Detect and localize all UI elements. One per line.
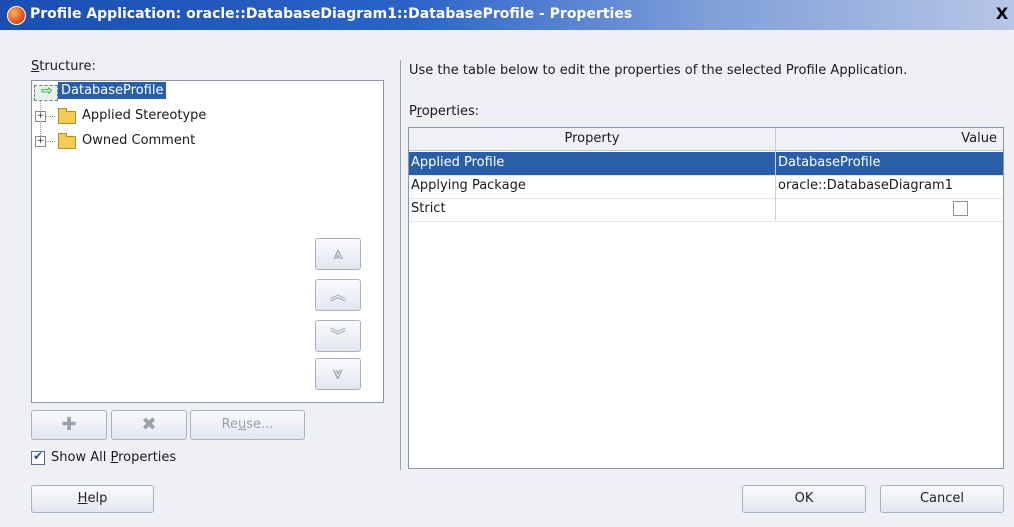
tree-root-item[interactable]: DatabaseProfile xyxy=(32,82,232,102)
tree-item-owned-comment[interactable]: + Owned Comment xyxy=(32,131,282,151)
property-value[interactable]: oracle::DatabaseDiagram1 xyxy=(778,175,953,197)
close-button[interactable]: X xyxy=(994,6,1010,22)
add-button[interactable]: ✚ xyxy=(31,410,107,440)
double-chevron-up-icon: ⩓ xyxy=(332,243,344,264)
show-all-properties-checkbox[interactable] xyxy=(31,449,45,465)
table-row[interactable]: Applying Package oracle::DatabaseDiagram… xyxy=(409,175,1003,199)
profile-application-icon xyxy=(34,83,58,101)
folder-icon xyxy=(58,133,76,149)
chevron-down-icon: ︾ xyxy=(329,326,346,345)
properties-table[interactable]: Property Value Applied Profile DatabaseP… xyxy=(408,127,1004,469)
table-row[interactable]: Applied Profile DatabaseProfile xyxy=(409,152,1003,176)
double-chevron-down-icon: ⩔ xyxy=(332,363,344,384)
column-header-value[interactable]: Value xyxy=(776,128,1003,151)
chevron-up-icon: ︽ xyxy=(329,285,346,304)
strict-checkbox[interactable] xyxy=(953,201,968,216)
title-bar: Profile Application: oracle::DatabaseDia… xyxy=(0,0,1014,30)
ok-button[interactable]: OK xyxy=(742,485,866,513)
structure-label: Structure: xyxy=(31,59,96,74)
property-value[interactable]: DatabaseProfile xyxy=(778,152,880,174)
window-title: Profile Application: oracle::DatabaseDia… xyxy=(30,6,633,22)
property-name: Strict xyxy=(411,201,446,216)
cancel-button[interactable]: Cancel xyxy=(880,485,1004,513)
move-up-button[interactable]: ︽ xyxy=(315,279,361,311)
tree-item-applied-stereotype[interactable]: + Applied Stereotype xyxy=(32,106,282,126)
panel-divider[interactable] xyxy=(400,60,401,470)
help-button[interactable]: Help xyxy=(31,485,154,513)
property-name: Applying Package xyxy=(411,178,526,193)
show-all-properties-label: Show All Properties xyxy=(51,450,177,465)
properties-label: Properties: xyxy=(409,104,480,119)
table-row[interactable]: Strict xyxy=(409,198,1003,222)
move-down-button[interactable]: ︾ xyxy=(315,320,361,352)
reuse-button[interactable]: Reuse... xyxy=(190,410,305,440)
delete-icon: ✖ xyxy=(141,414,157,435)
column-separator xyxy=(775,128,776,220)
expand-icon[interactable]: + xyxy=(35,111,46,122)
column-header-property[interactable]: Property xyxy=(409,128,776,151)
move-bottom-button[interactable]: ⩔ xyxy=(315,358,361,390)
tree-item-label: Applied Stereotype xyxy=(82,108,207,123)
expand-icon[interactable]: + xyxy=(35,136,46,147)
instructions-text: Use the table below to edit the properti… xyxy=(409,63,908,78)
plus-icon: ✚ xyxy=(61,414,77,435)
folder-icon xyxy=(58,108,76,124)
move-top-button[interactable]: ⩓ xyxy=(315,238,361,270)
app-icon xyxy=(7,6,26,25)
remove-button[interactable]: ✖ xyxy=(111,410,187,440)
tree-item-label: Owned Comment xyxy=(82,133,196,148)
tree-root-label: DatabaseProfile xyxy=(58,82,167,99)
property-name: Applied Profile xyxy=(411,155,505,170)
